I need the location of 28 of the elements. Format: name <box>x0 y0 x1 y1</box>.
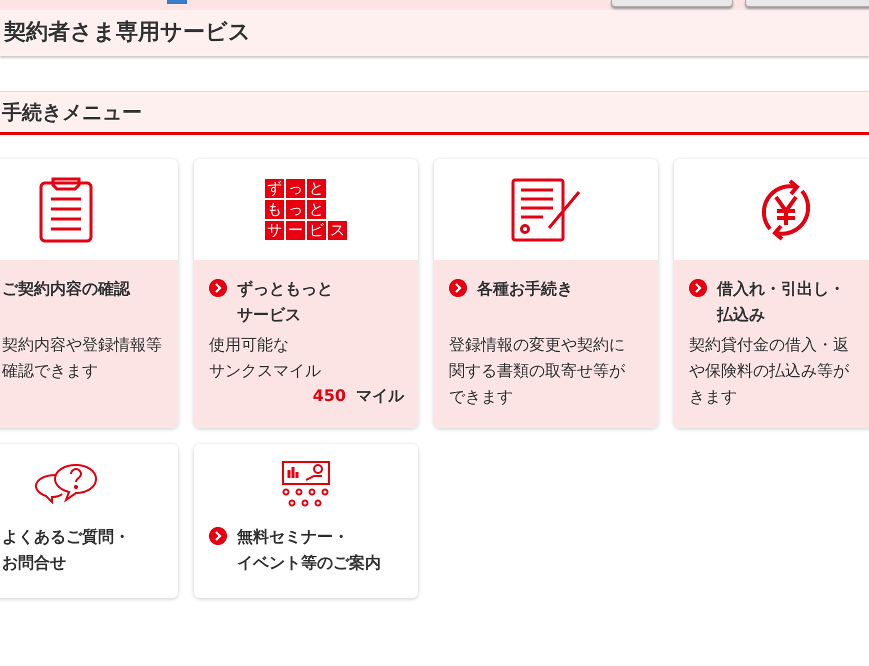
card-title: ご契約内容の確認 <box>2 278 130 300</box>
points-value: 450 <box>312 385 346 407</box>
document-pen-icon <box>511 178 581 242</box>
menu-card[interactable]: ご契約内容の確認 契約内容や登録情報等 確認できます <box>0 159 178 428</box>
card-description: 登録情報の変更や契約に 関する書類の取寄せ等が できます <box>449 334 626 408</box>
question-bubbles-icon <box>34 463 98 505</box>
card-title: よくあるご質問・ お問合せ <box>2 526 130 574</box>
card-title: 各種お手続き <box>477 278 573 300</box>
tab-marker-icon <box>167 0 187 4</box>
points-unit: マイル <box>356 385 404 407</box>
page-title: 契約者さま専用サービス <box>0 10 869 56</box>
card-description: 契約貸付金の借入・返 や保険料の払込み等が きます <box>689 334 850 408</box>
card-title: ずっともっと サービス <box>237 278 333 326</box>
service-logo: ずっと もっと サービス <box>265 179 347 240</box>
menu-card[interactable]: 無料セミナー・ イベント等のご案内 <box>194 444 418 598</box>
card-title: 無料セミナー・ イベント等のご案内 <box>237 526 381 574</box>
menu-card[interactable]: よくあるご質問・ お問合せ <box>0 444 178 598</box>
seminar-icon <box>281 460 331 508</box>
menu-card[interactable]: 借入れ・引出し・ 払込み 契約貸付金の借入・返 や保険料の払込み等が きます <box>674 159 869 428</box>
section-title: 手続きメニュー <box>0 91 869 135</box>
card-title: 借入れ・引出し・ 払込み <box>717 278 845 326</box>
card-description: 契約内容や登録情報等 確認できます <box>2 334 163 382</box>
header-button[interactable] <box>745 0 869 7</box>
menu-card[interactable]: 各種お手続き 登録情報の変更や契約に 関する書類の取寄せ等が できます <box>434 159 658 428</box>
clipboard-icon <box>39 176 93 242</box>
menu-card[interactable]: ずっと もっと サービス ずっともっと サービス 使用可能な サンクスマイル 450 マイル <box>194 159 418 428</box>
card-description: 使用可能な サンクスマイル <box>209 334 322 382</box>
header-button[interactable] <box>611 0 733 7</box>
